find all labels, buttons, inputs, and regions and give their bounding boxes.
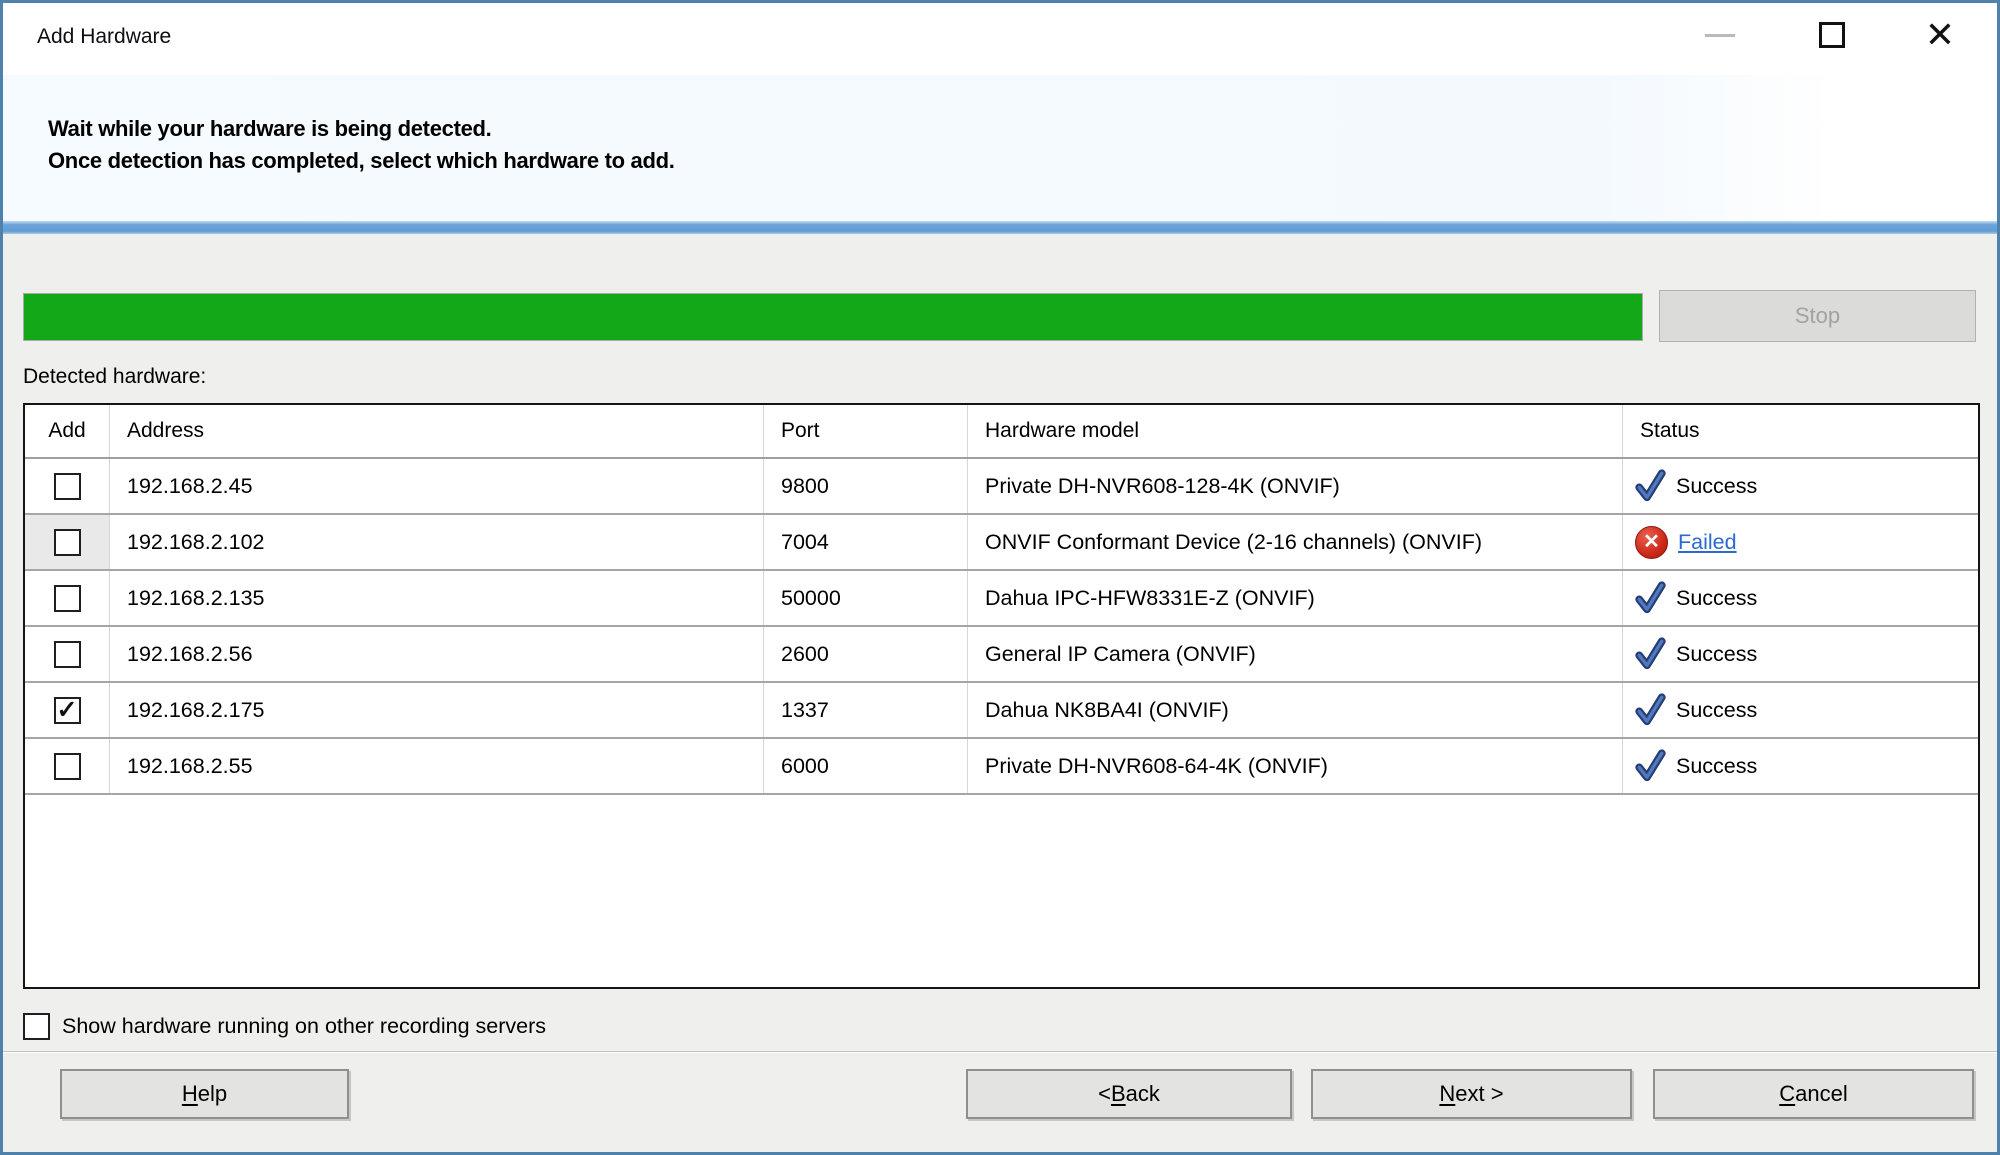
model-cell: Dahua NK8BA4I (ONVIF) [968,683,1623,737]
stop-button[interactable]: Stop [1659,290,1976,342]
row-checkbox[interactable] [54,585,81,612]
status-text: Success [1676,642,1757,667]
table-row[interactable]: 192.168.2.55 6000 Private DH-NVR608-64-4… [25,739,1978,795]
address-cell: 192.168.2.45 [110,459,764,513]
add-cell [25,739,110,793]
row-checkbox[interactable] [54,529,81,556]
add-cell: ✓ [25,683,110,737]
success-check-icon [1635,749,1666,783]
footer-separator [3,1051,1997,1053]
row-checkbox[interactable]: ✓ [54,697,81,724]
status-cell: Success [1623,683,1978,737]
column-header-model: Hardware model [968,405,1623,457]
detected-hardware-label: Detected hardware: [23,365,206,389]
success-check-icon [1635,693,1666,727]
table-row[interactable]: ✓ 192.168.2.175 1337 Dahua NK8BA4I (ONVI… [25,683,1978,739]
address-cell: 192.168.2.56 [110,627,764,681]
status-cell: Success [1623,571,1978,625]
model-cell: General IP Camera (ONVIF) [968,627,1623,681]
table-row[interactable]: 192.168.2.102 7004 ONVIF Conformant Devi… [25,515,1978,571]
show-other-servers-label[interactable]: Show hardware running on other recording… [62,1014,546,1039]
status-cell: Success [1623,459,1978,513]
minimize-icon [1705,34,1735,37]
port-cell: 6000 [764,739,968,793]
minimize-button[interactable] [1691,3,1749,67]
status-text: Success [1676,474,1757,499]
detection-progress-bar [23,293,1643,341]
column-header-status: Status [1623,405,1978,457]
wizard-instructions: Wait while your hardware is being detect… [48,113,675,177]
maximize-icon [1819,22,1845,48]
status-cell: ✕ Failed [1623,515,1978,569]
port-cell: 50000 [764,571,968,625]
window-title: Add Hardware [37,25,171,49]
add-hardware-dialog: Add Hardware ✕ Wait while your hardware … [0,0,2000,1155]
table-header-row: Add Address Port Hardware model Status [25,405,1978,459]
column-header-port: Port [764,405,968,457]
model-cell: Private DH-NVR608-128-4K (ONVIF) [968,459,1623,513]
error-icon: ✕ [1635,526,1668,559]
status-cell: Success [1623,739,1978,793]
wizard-header: Wait while your hardware is being detect… [3,75,1997,221]
table-row[interactable]: 192.168.2.45 9800 Private DH-NVR608-128-… [25,459,1978,515]
detected-hardware-table: Add Address Port Hardware model Status 1… [23,403,1980,989]
row-checkbox[interactable] [54,641,81,668]
header-separator [3,221,1997,234]
close-icon: ✕ [1925,17,1955,53]
table-row[interactable]: 192.168.2.56 2600 General IP Camera (ONV… [25,627,1978,683]
help-button[interactable]: Help [60,1069,349,1119]
instruction-line-2: Once detection has completed, select whi… [48,145,675,177]
success-check-icon [1635,637,1666,671]
progress-fill [24,294,1642,340]
add-cell [25,571,110,625]
maximize-button[interactable] [1803,3,1861,67]
success-check-icon [1635,469,1666,503]
add-cell [25,459,110,513]
show-other-servers-row: Show hardware running on other recording… [23,1013,546,1040]
port-cell: 9800 [764,459,968,513]
address-cell: 192.168.2.55 [110,739,764,793]
cancel-button[interactable]: Cancel [1653,1069,1974,1119]
address-cell: 192.168.2.102 [110,515,764,569]
back-button[interactable]: < Back [966,1069,1292,1119]
address-cell: 192.168.2.175 [110,683,764,737]
instruction-line-1: Wait while your hardware is being detect… [48,113,675,145]
status-text: Success [1676,698,1757,723]
port-cell: 2600 [764,627,968,681]
column-header-add: Add [25,405,110,457]
next-button[interactable]: Next > [1311,1069,1632,1119]
add-cell [25,515,110,569]
model-cell: Private DH-NVR608-64-4K (ONVIF) [968,739,1623,793]
close-button[interactable]: ✕ [1911,3,1969,67]
check-glyph: ✓ [57,698,78,723]
column-header-address: Address [110,405,764,457]
model-cell: Dahua IPC-HFW8331E-Z (ONVIF) [968,571,1623,625]
table-row[interactable]: 192.168.2.135 50000 Dahua IPC-HFW8331E-Z… [25,571,1978,627]
show-other-servers-checkbox[interactable] [23,1013,50,1040]
status-text: Success [1676,754,1757,779]
port-cell: 7004 [764,515,968,569]
add-cell [25,627,110,681]
status-text: Success [1676,586,1757,611]
row-checkbox[interactable] [54,473,81,500]
row-checkbox[interactable] [54,753,81,780]
failed-link[interactable]: Failed [1678,530,1737,555]
success-check-icon [1635,581,1666,615]
port-cell: 1337 [764,683,968,737]
status-cell: Success [1623,627,1978,681]
model-cell: ONVIF Conformant Device (2-16 channels) … [968,515,1623,569]
title-bar: Add Hardware ✕ [3,3,1997,75]
address-cell: 192.168.2.135 [110,571,764,625]
